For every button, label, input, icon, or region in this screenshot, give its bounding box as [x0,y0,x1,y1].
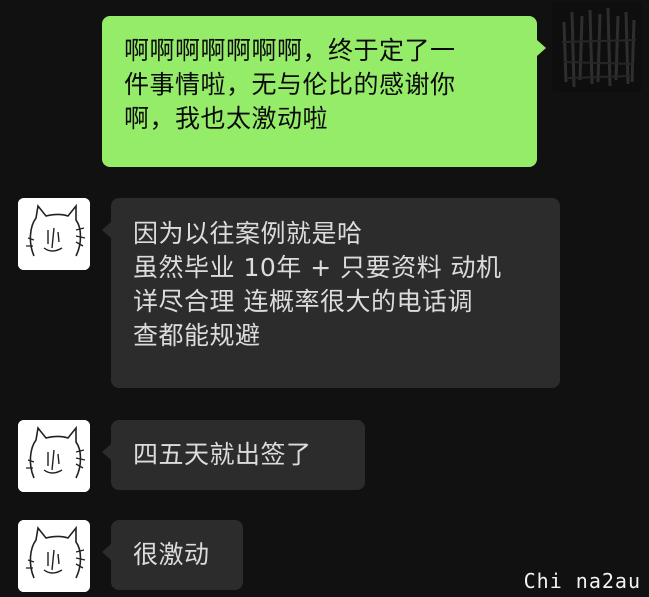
dark-illustration-avatar-icon [552,2,642,92]
bubble-tail [102,222,111,238]
message-line: 件事情啦，无与伦比的感谢你 [124,70,456,99]
message-line: 查都能规避 [133,321,261,350]
bubble-tail [102,544,111,560]
message-line: 很激动 [133,540,210,569]
message-line: 啊，我也太激动啦 [124,104,329,133]
message-line: 因为以往案例就是哈 [133,219,363,248]
bubble-tail [537,40,546,56]
cat-sketch-icon [18,520,90,592]
incoming-message-bubble[interactable]: 四五天就出签了 [111,420,365,490]
contact-avatar[interactable] [18,198,90,270]
message-line: 啊啊啊啊啊啊啊，终于定了一 [124,36,456,65]
bubble-tail [102,444,111,460]
incoming-message-bubble[interactable]: 很激动 [111,520,243,590]
self-avatar[interactable] [552,2,642,92]
incoming-message-bubble[interactable]: 因为以往案例就是哈 虽然毕业 10年 + 只要资料 动机 详尽合理 连概率很大的… [111,198,560,388]
outgoing-message-bubble[interactable]: 啊啊啊啊啊啊啊，终于定了一 件事情啦，无与伦比的感谢你 啊，我也太激动啦 [102,16,537,167]
contact-avatar[interactable] [18,520,90,592]
chat-screen: 啊啊啊啊啊啊啊，终于定了一 件事情啦，无与伦比的感谢你 啊，我也太激动啦 因为以… [0,0,649,597]
cat-sketch-icon [18,420,90,492]
cat-sketch-icon [18,198,90,270]
watermark: Chi na2au [523,569,641,593]
contact-avatar[interactable] [18,420,90,492]
message-line: 四五天就出签了 [133,440,312,469]
message-line: 详尽合理 连概率很大的电话调 [133,287,473,316]
message-line: 虽然毕业 10年 + 只要资料 动机 [133,253,502,282]
